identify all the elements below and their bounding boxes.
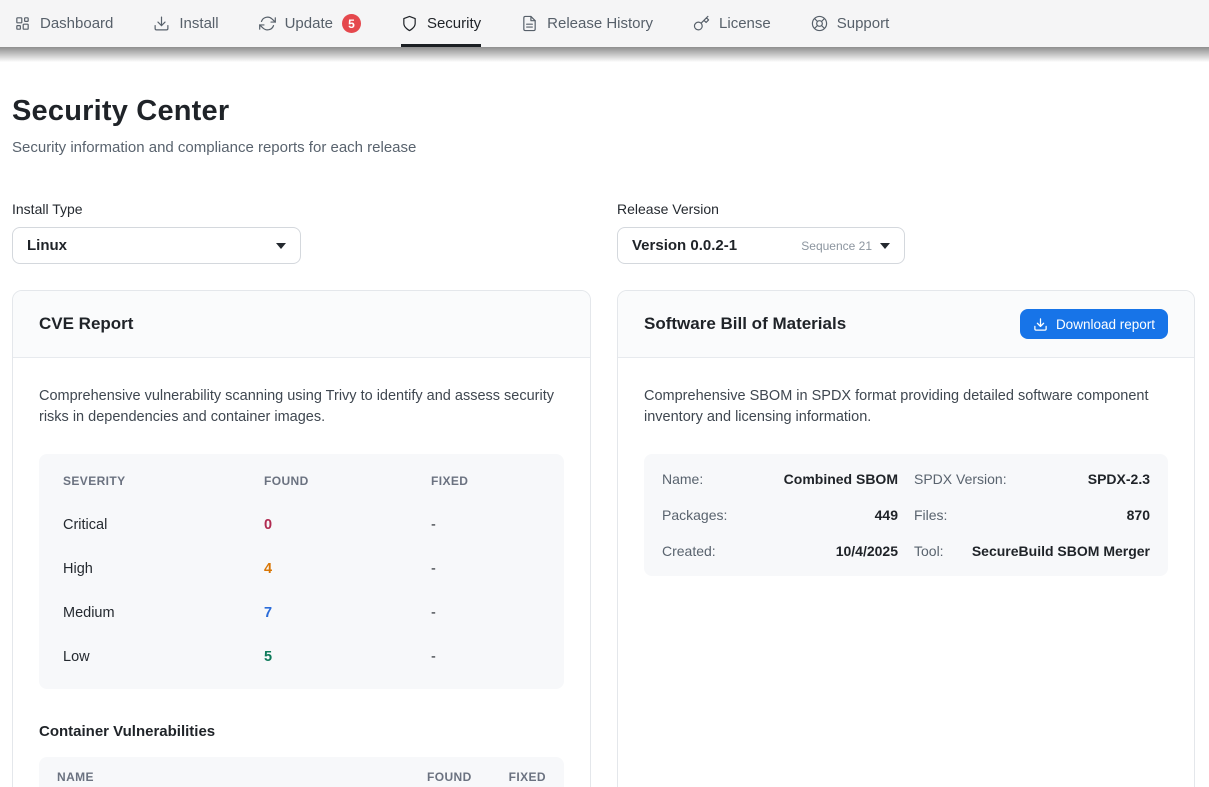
sbom-card-title: Software Bill of Materials bbox=[644, 314, 846, 334]
top-navbar: Dashboard Install Update 5 Security Rele… bbox=[0, 0, 1209, 47]
dashboard-grid-icon bbox=[14, 15, 31, 32]
severity-table-header: SEVERITY FOUND FIXED bbox=[39, 459, 564, 503]
col-fixed: FIXED bbox=[509, 770, 546, 784]
nav-label: License bbox=[719, 15, 771, 32]
nav-label: Security bbox=[427, 15, 481, 32]
sbom-info-table: Name: Combined SBOM SPDX Version: SPDX-2… bbox=[644, 454, 1168, 576]
nav-item-install[interactable]: Install bbox=[153, 0, 218, 47]
severity-label: Low bbox=[63, 649, 264, 665]
found-count: 0 bbox=[264, 517, 431, 533]
sbom-field-label: Created: bbox=[662, 543, 716, 559]
col-fixed: FIXED bbox=[431, 474, 564, 488]
sbom-field-label: Files: bbox=[914, 507, 947, 523]
severity-label: Medium bbox=[63, 605, 264, 621]
cve-card-title: CVE Report bbox=[39, 314, 133, 334]
sbom-field-value: Combined SBOM bbox=[784, 471, 898, 487]
release-version-value: Version 0.0.2-1 bbox=[632, 237, 737, 254]
nav-label: Dashboard bbox=[40, 15, 113, 32]
install-type-value: Linux bbox=[27, 237, 67, 254]
col-name: NAME bbox=[57, 770, 427, 784]
install-type-label: Install Type bbox=[12, 201, 591, 217]
download-icon bbox=[1033, 317, 1048, 332]
cve-description: Comprehensive vulnerability scanning usi… bbox=[39, 386, 564, 428]
cve-report-card: CVE Report Comprehensive vulnerability s… bbox=[12, 290, 591, 787]
sbom-field-value: SecureBuild SBOM Merger bbox=[972, 543, 1150, 559]
sbom-description: Comprehensive SBOM in SPDX format provid… bbox=[644, 386, 1168, 428]
sbom-card: Software Bill of Materials Download repo… bbox=[617, 290, 1195, 787]
shield-icon bbox=[401, 15, 418, 32]
sbom-field-label: SPDX Version: bbox=[914, 471, 1007, 487]
chevron-down-icon bbox=[880, 243, 890, 249]
fixed-count: - bbox=[431, 649, 564, 665]
fixed-count: - bbox=[431, 605, 564, 621]
col-found: FOUND bbox=[427, 770, 472, 784]
sbom-field-value: 870 bbox=[1127, 507, 1150, 523]
nav-label: Release History bbox=[547, 15, 653, 32]
download-report-button[interactable]: Download report bbox=[1020, 309, 1168, 339]
nav-label: Update bbox=[285, 15, 333, 32]
fixed-count: - bbox=[431, 517, 564, 533]
download-report-label: Download report bbox=[1056, 317, 1155, 332]
found-count: 4 bbox=[264, 561, 431, 577]
nav-item-release-history[interactable]: Release History bbox=[521, 0, 653, 47]
col-found: FOUND bbox=[264, 474, 431, 488]
install-download-icon bbox=[153, 15, 170, 32]
col-severity: SEVERITY bbox=[63, 474, 264, 488]
nav-item-update[interactable]: Update 5 bbox=[259, 0, 361, 47]
container-vulns-table-header: NAME FOUND FIXED bbox=[39, 757, 564, 787]
release-version-label: Release Version bbox=[617, 201, 1195, 217]
nav-label: Support bbox=[837, 15, 890, 32]
key-icon bbox=[693, 15, 710, 32]
document-icon bbox=[521, 15, 538, 32]
table-row: Packages: 449 Files: 870 bbox=[662, 497, 1150, 533]
nav-shadow-divider bbox=[0, 47, 1209, 62]
table-row-medium: Medium 7 - bbox=[39, 591, 564, 635]
sbom-field-value: SPDX-2.3 bbox=[1088, 471, 1150, 487]
install-type-filter: Install Type Linux bbox=[12, 201, 591, 264]
severity-table: SEVERITY FOUND FIXED Critical 0 - High 4… bbox=[39, 454, 564, 689]
cve-card-header: CVE Report bbox=[13, 291, 590, 358]
release-sequence-text: Sequence 21 bbox=[801, 239, 872, 253]
nav-item-dashboard[interactable]: Dashboard bbox=[14, 0, 113, 47]
severity-label: High bbox=[63, 561, 264, 577]
sbom-field-value: 10/4/2025 bbox=[836, 543, 898, 559]
nav-label: Install bbox=[179, 15, 218, 32]
table-row-critical: Critical 0 - bbox=[39, 503, 564, 547]
table-row: Created: 10/4/2025 Tool: SecureBuild SBO… bbox=[662, 533, 1150, 569]
page-title: Security Center bbox=[12, 95, 1195, 128]
container-vulns-title: Container Vulnerabilities bbox=[39, 723, 564, 740]
release-version-filter: Release Version Version 0.0.2-1 Sequence… bbox=[617, 201, 1195, 264]
found-count: 5 bbox=[264, 649, 431, 665]
nav-item-license[interactable]: License bbox=[693, 0, 771, 47]
fixed-count: - bbox=[431, 561, 564, 577]
table-row-high: High 4 - bbox=[39, 547, 564, 591]
sbom-card-header: Software Bill of Materials Download repo… bbox=[618, 291, 1194, 358]
nav-item-support[interactable]: Support bbox=[811, 0, 890, 47]
found-count: 7 bbox=[264, 605, 431, 621]
page-subtitle: Security information and compliance repo… bbox=[12, 139, 1195, 156]
severity-label: Critical bbox=[63, 517, 264, 533]
sbom-field-label: Tool: bbox=[914, 543, 944, 559]
nav-item-security[interactable]: Security bbox=[401, 0, 481, 47]
sbom-field-label: Name: bbox=[662, 471, 703, 487]
release-version-select[interactable]: Version 0.0.2-1 Sequence 21 bbox=[617, 227, 905, 264]
refresh-icon bbox=[259, 15, 276, 32]
table-row: Name: Combined SBOM SPDX Version: SPDX-2… bbox=[662, 461, 1150, 497]
table-row-low: Low 5 - bbox=[39, 635, 564, 679]
update-count-badge: 5 bbox=[342, 14, 361, 33]
sbom-field-value: 449 bbox=[875, 507, 898, 523]
chevron-down-icon bbox=[276, 243, 286, 249]
sbom-field-label: Packages: bbox=[662, 507, 727, 523]
life-buoy-icon bbox=[811, 15, 828, 32]
install-type-select[interactable]: Linux bbox=[12, 227, 301, 264]
